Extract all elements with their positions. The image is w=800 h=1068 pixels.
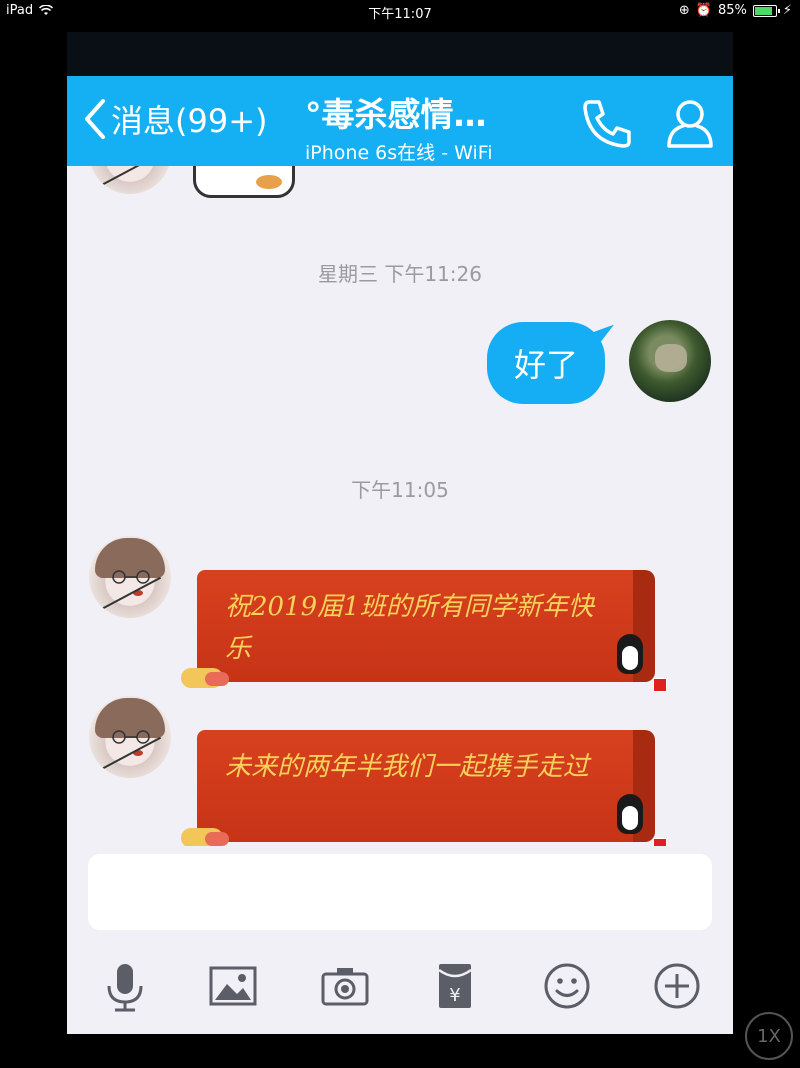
- contact-name: °毒杀感情…: [305, 95, 487, 134]
- plus-icon: [654, 963, 700, 1009]
- phone-icon: [583, 100, 631, 148]
- camera-icon: [321, 968, 369, 1006]
- more-actions-button[interactable]: [649, 958, 705, 1014]
- input-toolbar: ¥: [67, 942, 733, 1034]
- red-packet-icon: ¥: [438, 964, 472, 1008]
- seal-decoration: [653, 678, 667, 692]
- chat-navbar: 消息(99+) °毒杀感情… iPhone 6s在线 - WiFi: [67, 76, 733, 166]
- penguin-icon: [617, 794, 643, 834]
- battery-icon: [752, 4, 780, 17]
- contact-profile-button[interactable]: [663, 96, 717, 150]
- message-text: 好了: [513, 346, 578, 384]
- microphone-icon: [107, 964, 143, 1012]
- seal-decoration: [653, 838, 667, 846]
- chevron-left-icon: [85, 99, 105, 139]
- sticker-message[interactable]: [193, 166, 295, 198]
- contact-avatar[interactable]: [89, 696, 171, 778]
- message-timestamp: 星期三 下午11:26: [318, 262, 482, 286]
- contact-avatar[interactable]: [89, 536, 171, 618]
- top-status-strip: [67, 32, 733, 76]
- message-text: 祝2019届1班的所有同学新年快乐: [225, 592, 594, 664]
- emoji-button[interactable]: [539, 958, 595, 1014]
- sent-message-bubble[interactable]: 好了: [487, 322, 605, 404]
- battery-percent: 85%: [717, 3, 747, 18]
- message-list[interactable]: 星期三 下午11:26 好了 下午11:05 祝2019届1班的所有同学新年快乐…: [67, 166, 733, 846]
- received-message-card[interactable]: 未来的两年半我们一起携手走过: [181, 730, 667, 846]
- chat-title-block[interactable]: °毒杀感情… iPhone 6s在线 - WiFi: [305, 88, 535, 165]
- voice-call-button[interactable]: [579, 96, 633, 150]
- message-timestamp: 下午11:05: [351, 478, 449, 502]
- camera-button[interactable]: [317, 958, 373, 1014]
- message-text: 未来的两年半我们一起携手走过: [225, 752, 590, 782]
- back-label: 消息(99+): [111, 102, 268, 140]
- cloud-decoration: [181, 828, 229, 846]
- alarm-icon: ⏰: [695, 3, 712, 18]
- speed-toggle-button[interactable]: 1X: [745, 1012, 793, 1060]
- voice-input-button[interactable]: [97, 958, 153, 1014]
- received-message-card[interactable]: 祝2019届1班的所有同学新年快乐: [181, 570, 667, 692]
- charging-icon: ⚡: [782, 3, 792, 18]
- contact-avatar[interactable]: [89, 166, 171, 194]
- my-avatar[interactable]: [629, 320, 711, 402]
- emoji-icon: [544, 963, 590, 1009]
- battery-level: [754, 6, 772, 15]
- qq-chat-app: 消息(99+) °毒杀感情… iPhone 6s在线 - WiFi 星期三 下午…: [67, 32, 733, 1034]
- svg-text:¥: ¥: [449, 985, 460, 1006]
- cloud-decoration: [181, 668, 229, 688]
- contact-status: iPhone 6s在线 - WiFi: [305, 142, 493, 164]
- image-icon: [209, 966, 257, 1006]
- back-button[interactable]: 消息(99+): [83, 96, 268, 142]
- penguin-icon: [617, 634, 643, 674]
- red-packet-button[interactable]: ¥: [427, 958, 483, 1014]
- rotation-lock-icon: ⊕: [678, 3, 690, 18]
- image-button[interactable]: [205, 958, 261, 1014]
- status-bar: iPad 下午11:07 ⊕ ⏰ 85% ⚡: [0, 0, 800, 22]
- person-icon: [667, 100, 713, 148]
- message-input[interactable]: [88, 854, 712, 930]
